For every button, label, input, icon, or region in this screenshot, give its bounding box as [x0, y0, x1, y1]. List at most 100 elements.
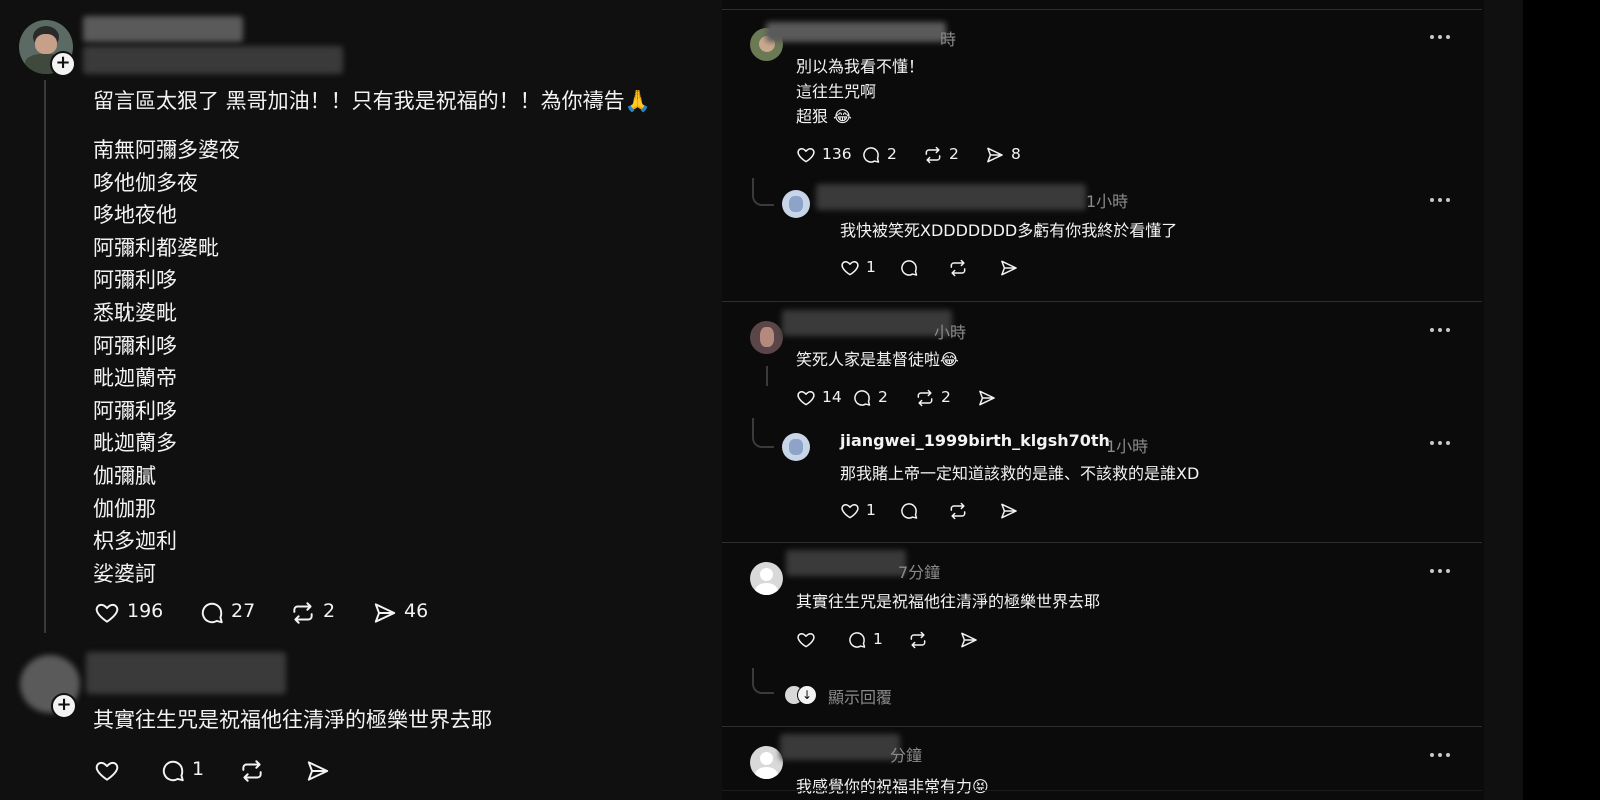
like-button[interactable]: 14: [795, 388, 845, 410]
reply-repost-button[interactable]: [238, 758, 268, 786]
share-button[interactable]: [998, 258, 1020, 280]
more-options-icon[interactable]: [1430, 35, 1452, 41]
like-button[interactable]: 1: [839, 258, 879, 280]
send-icon: [979, 390, 995, 406]
repost-count: 2: [941, 388, 951, 406]
more-options-icon[interactable]: [1430, 441, 1452, 447]
repost-count: 2: [949, 145, 959, 163]
mantra-line: 阿彌利哆: [93, 333, 177, 358]
divider: [722, 301, 1482, 302]
like-button[interactable]: 136: [795, 145, 855, 167]
reply-button[interactable]: [898, 258, 920, 280]
mantra-line: 哆地夜他: [93, 203, 177, 228]
mantra-line: 毗迦蘭多: [93, 431, 177, 456]
heart-icon: [841, 504, 859, 519]
default-avatar-icon[interactable]: [750, 746, 783, 779]
mantra-line: 枳多迦利: [93, 529, 177, 554]
show-replies-label: 顯示回覆: [828, 688, 893, 707]
reply-text: 我快被笑死XDDDDDDD多虧有你我終於看懂了: [840, 221, 1178, 240]
comment-icon: [201, 602, 223, 624]
mantra-line: 哆他伽多夜: [93, 170, 198, 195]
repost-button[interactable]: 2: [922, 145, 962, 167]
repost-icon: [242, 760, 262, 782]
comment-text: 其實往生咒是祝福他往清淨的極樂世界去耶: [796, 592, 1101, 611]
like-count: 14: [822, 388, 842, 406]
post-intro-text: 留言區太狠了 黑哥加油！！只有我是祝福的！！為你禱告🙏: [93, 89, 651, 113]
heart-icon: [797, 391, 815, 406]
reply-button[interactable]: 27: [198, 599, 258, 627]
reply-button[interactable]: [898, 501, 920, 523]
more-options-icon[interactable]: [1430, 753, 1452, 759]
mantra-line: 阿彌利哆: [93, 268, 177, 293]
repost-icon: [925, 146, 941, 164]
repost-button[interactable]: 2: [914, 388, 954, 410]
like-count: 1: [866, 258, 876, 276]
repost-button[interactable]: [947, 258, 969, 280]
share-button[interactable]: 8: [984, 145, 1024, 167]
mantra-line: 南無阿彌多婆夜: [93, 138, 240, 162]
repost-icon: [950, 259, 966, 277]
reply-text: 其實往生咒是祝福他往清淨的極樂世界去耶: [93, 708, 492, 732]
reply-connector: [752, 668, 774, 694]
commenter-avatar[interactable]: [750, 321, 783, 354]
replier-avatar[interactable]: [782, 433, 810, 461]
share-button[interactable]: [998, 501, 1020, 523]
commenter-username-redacted: [766, 22, 946, 42]
default-avatar-icon[interactable]: [750, 562, 783, 595]
divider: [722, 542, 1482, 543]
heart-icon: [797, 633, 815, 648]
share-button[interactable]: [976, 388, 998, 410]
reply-connector: [752, 418, 774, 448]
reply-text: 那我賭上帝一定知道該救的是誰、不該救的是誰XD: [840, 464, 1200, 483]
mantra-line: 阿彌利哆: [93, 398, 177, 423]
replier-avatar[interactable]: [782, 190, 810, 218]
like-button[interactable]: 196: [93, 599, 163, 627]
comment-time: 7分鐘: [898, 563, 941, 582]
follow-plus-icon[interactable]: +: [51, 693, 77, 719]
reply-count: 2: [878, 388, 888, 406]
mantra-line: 阿彌利都婆毗: [93, 235, 219, 260]
share-count: 8: [1011, 145, 1021, 163]
reply-time: 1小時: [1086, 192, 1129, 211]
comment-icon: [901, 260, 918, 276]
send-icon: [987, 147, 1003, 163]
reply-like-button[interactable]: [93, 758, 123, 786]
more-options-icon[interactable]: [1430, 198, 1452, 204]
like-button[interactable]: 1: [839, 501, 879, 523]
share-button[interactable]: 46: [371, 599, 431, 627]
reply-connector: [752, 178, 774, 206]
send-icon: [1001, 503, 1017, 519]
reply-button[interactable]: 2: [851, 388, 891, 410]
repost-icon: [950, 502, 966, 520]
more-options-icon[interactable]: [1430, 328, 1452, 334]
repost-button[interactable]: 2: [289, 599, 339, 627]
repost-icon: [917, 389, 933, 407]
mantra-line: 伽伽那: [93, 496, 156, 521]
replier-username-redacted: [816, 184, 1086, 210]
divider: [722, 790, 1482, 791]
like-count: 196: [127, 600, 164, 622]
comment-icon: [849, 632, 866, 648]
follow-plus-icon[interactable]: +: [50, 51, 76, 77]
repost-button[interactable]: [907, 630, 929, 652]
replier-username[interactable]: jiangwei_1999birth_klgsh70th: [840, 431, 1110, 450]
share-count: 46: [404, 600, 429, 622]
share-button[interactable]: [958, 630, 980, 652]
repost-button[interactable]: [947, 501, 969, 523]
reply-comment-button[interactable]: 1: [159, 758, 209, 786]
heart-icon: [841, 261, 859, 276]
author-username-redacted: [83, 16, 243, 42]
commenter-username-redacted: [782, 310, 952, 336]
commenter-username-redacted: [780, 734, 900, 760]
send-icon: [374, 603, 396, 623]
comment-line: 超狠 😂: [796, 107, 852, 126]
divider: [722, 726, 1482, 727]
show-replies-button[interactable]: ↓ 顯示回覆: [784, 683, 934, 707]
more-options-icon[interactable]: [1430, 569, 1452, 575]
reply-button[interactable]: 2: [860, 145, 900, 167]
reply-button[interactable]: 1: [846, 630, 886, 652]
like-button[interactable]: [795, 630, 817, 652]
comment-icon: [901, 503, 918, 519]
comment-icon: [854, 390, 871, 406]
reply-share-button[interactable]: [304, 758, 334, 786]
